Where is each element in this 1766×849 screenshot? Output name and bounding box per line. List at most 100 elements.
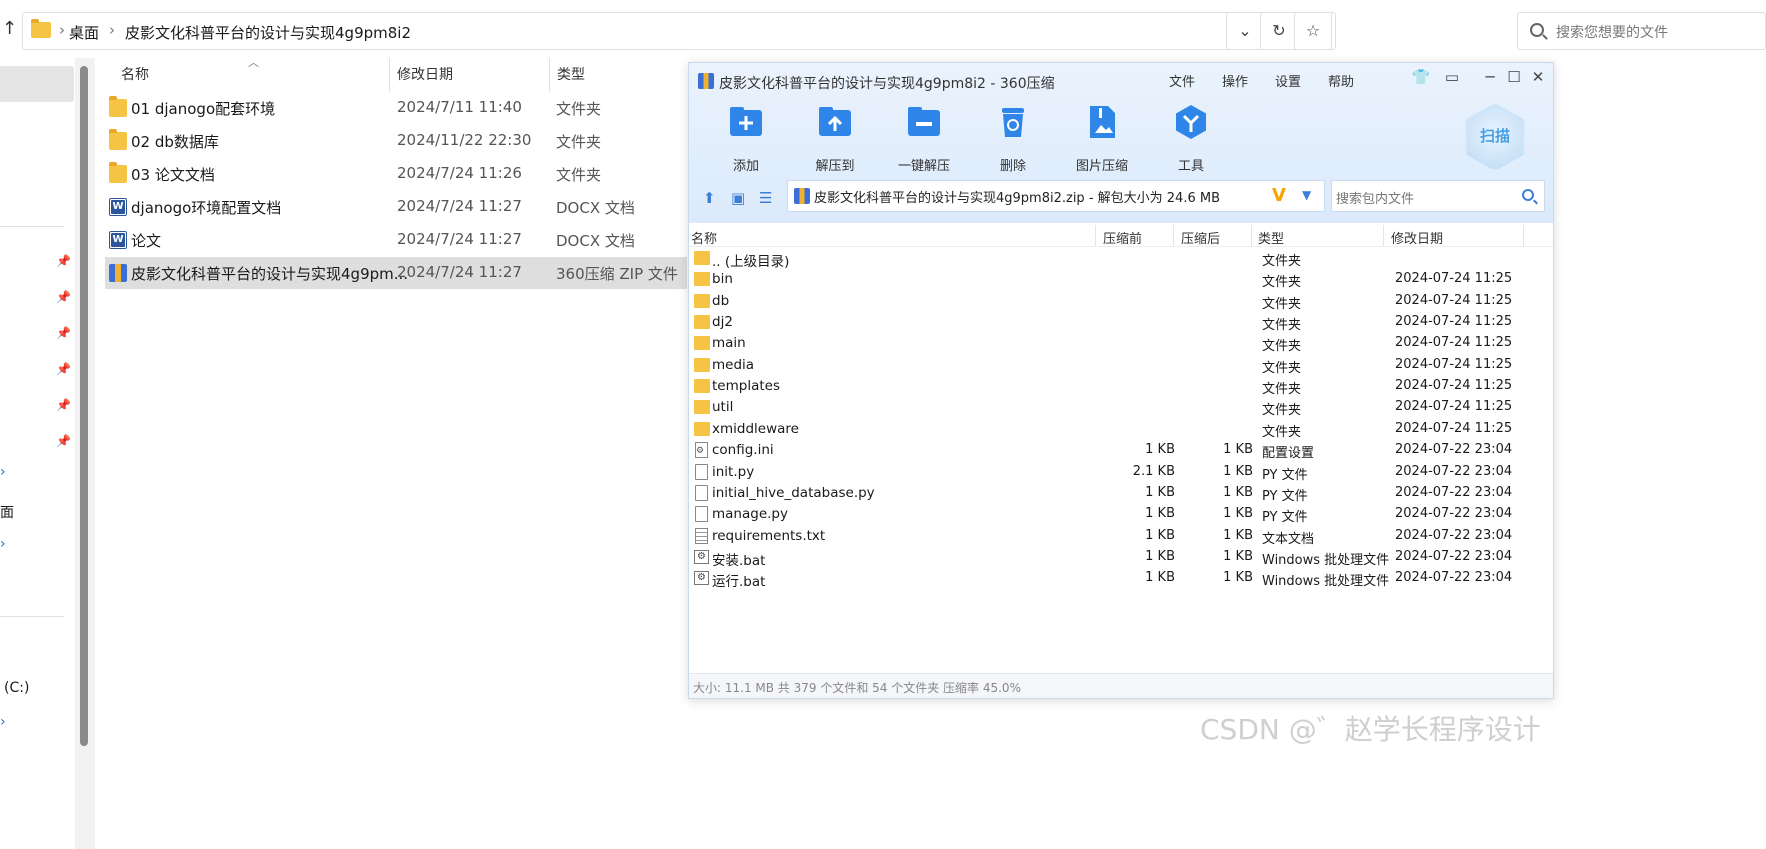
file-type: 文件夹 [556,133,602,151]
file-row-selected[interactable]: 皮影文化科普平台的设计与实现4g9pm... 2024/7/24 11:27 3… [105,257,687,289]
extract-to-button[interactable]: 解压到 [800,103,870,174]
file-icon [695,463,708,480]
entry-name: util [712,399,734,416]
column-header-date[interactable]: 修改日期 [397,64,453,84]
pin-icon[interactable]: 📌 [56,398,71,412]
file-row[interactable]: 论文 2024/7/24 11:27 DOCX 文档 [105,224,687,256]
column-divider[interactable] [389,58,390,92]
entry-name: media [712,356,755,373]
zip-entry-row[interactable]: main 文件夹 2024-07-24 11:25 [689,333,1553,354]
refresh-button[interactable]: ↻ [1260,12,1298,50]
column-divider[interactable] [1523,225,1524,247]
delete-button[interactable]: 删除 [978,103,1048,174]
zip-entry-row[interactable]: init.py 2.1 KB 1 KB PY 文件 2024-07-22 23:04 [689,462,1553,483]
pin-icon[interactable]: 📌 [56,434,71,448]
entry-name: initial_hive_database.py [712,484,875,501]
entry-type: 文件夹 [1262,275,1302,291]
feedback-icon[interactable]: ▭ [1441,68,1463,86]
minimize-icon[interactable]: ─ [1479,68,1501,86]
zip-entry-row[interactable]: requirements.txt 1 KB 1 KB 文本文档 2024-07-22 2… [689,526,1553,547]
zip-column-before[interactable]: 压缩前 [1103,228,1142,247]
zip-entry-row[interactable]: .. (上级目录) 文件夹 [689,248,1553,270]
address-bar[interactable]: › 桌面 › 皮影文化科普平台的设计与实现4g9pm8i2 › [22,12,1336,50]
menu-file[interactable]: 文件 [1169,71,1195,90]
column-header-type[interactable]: 类型 [557,64,585,84]
file-name: 皮影文化科普平台的设计与实现4g9pm... [131,265,409,283]
zip-entry-row[interactable]: config.ini 1 KB 1 KB 配置设置 2024-07-22 23:04 [689,440,1553,461]
zip-entry-row[interactable]: initial_hive_database.py 1 KB 1 KB PY 文件 202… [689,483,1553,504]
breadcrumb-desktop[interactable]: 桌面 [69,22,99,43]
extract-to-label: 解压到 [815,159,855,174]
zip-entry-row[interactable]: templates 文件夹 2024-07-24 11:25 [689,376,1553,397]
up-level-icon[interactable]: ⬆ [703,189,716,207]
column-divider[interactable] [1251,225,1252,247]
address-dropdown-button[interactable]: ⌄ [1226,12,1264,50]
nav-item-desktop[interactable]: 桌面 [0,502,14,522]
column-divider[interactable] [1383,225,1384,247]
zip-entry-row[interactable]: dj2 文件夹 2024-07-24 11:25 [689,312,1553,333]
file-row[interactable]: 01 djanogo配套环境 2024/7/11 11:40 文件夹 [105,92,687,124]
zip-search-input[interactable]: 搜索包内文件 [1331,180,1545,212]
pin-icon[interactable]: 📌 [56,326,71,340]
menu-help[interactable]: 帮助 [1328,71,1354,90]
close-icon[interactable]: ✕ [1527,68,1549,86]
column-header-name[interactable]: 名称 [121,64,149,84]
list-view-icon[interactable]: ☰ [759,189,772,207]
zip-entry-row[interactable]: 运行.bat 1 KB 1 KB Windows 批处理文件 2024-07-22 23… [689,568,1553,590]
file-type: 360压缩 ZIP 文件 [556,265,678,283]
scan-label[interactable]: 扫描 [1467,125,1523,146]
menu-settings[interactable]: 设置 [1275,71,1301,90]
add-button[interactable]: 添加 [711,103,781,174]
chevron-right-icon[interactable]: › [391,21,397,39]
file-row[interactable]: 02 db数据库 2024/11/22 22:30 文件夹 [105,125,687,157]
one-click-extract-button[interactable]: 一键解压 [889,103,959,174]
zip-entry-row[interactable]: xmiddleware 文件夹 2024-07-24 11:25 [689,419,1553,440]
zip-status-text: 大小: 11.1 MB 共 379 个文件和 54 个文件夹 压缩率 45.0% [693,681,1021,695]
zip-column-type[interactable]: 类型 [1258,228,1284,247]
zip-entry-row[interactable]: 安装.bat 1 KB 1 KB Windows 批处理文件 2024-07-22 23… [689,547,1553,569]
chevron-down-icon[interactable]: ▼ [1302,188,1311,202]
thumbnail-view-icon[interactable]: ▣ [731,189,745,207]
zip-column-name[interactable]: 名称 [691,228,717,247]
nav-item-icon[interactable]: › [0,536,6,552]
entry-size-after: 1 KB [1223,463,1253,479]
breadcrumb-current-folder[interactable]: 皮影文化科普平台的设计与实现4g9pm8i2 [125,22,411,43]
image-compress-button[interactable]: 图片压缩 [1067,103,1137,174]
nav-item-icon[interactable]: › [0,464,6,480]
column-divider[interactable] [549,58,550,92]
entry-date: 2024-07-24 11:25 [1395,314,1513,330]
zip-entry-row[interactable]: manage.py 1 KB 1 KB PY 文件 2024-07-22 23:04 [689,504,1553,525]
menu-operate[interactable]: 操作 [1222,71,1248,90]
entry-type: PY 文件 [1262,467,1308,483]
tools-icon [1176,105,1206,139]
zip-entry-row[interactable]: bin 文件夹 2024-07-24 11:25 [689,269,1553,290]
maximize-icon[interactable]: ☐ [1503,68,1525,86]
nav-item-icon[interactable]: › [0,714,6,730]
nav-scrollbar-thumb[interactable] [80,66,88,746]
favorite-button[interactable]: ☆ [1294,12,1332,50]
zip-entry-row[interactable]: db 文件夹 2024-07-24 11:25 [689,291,1553,312]
entry-size-before: 1 KB [1145,548,1175,564]
zip-entry-row[interactable]: media 文件夹 2024-07-24 11:25 [689,355,1553,376]
explorer-search-input[interactable]: 搜索您想要的文件 [1517,12,1766,50]
search-icon[interactable] [1522,189,1534,201]
nav-item-drive-c[interactable]: (C:) [4,680,29,696]
pin-icon[interactable]: 📌 [56,290,71,304]
pin-icon[interactable]: 📌 [56,362,71,376]
skin-icon[interactable]: 👕 [1410,68,1432,86]
tools-button[interactable]: 工具 [1156,103,1226,174]
v-logo-icon[interactable]: V [1272,185,1286,206]
zip-column-after[interactable]: 压缩后 [1181,228,1220,247]
zip-entry-row[interactable]: util 文件夹 2024-07-24 11:25 [689,397,1553,418]
zip-column-date[interactable]: 修改日期 [1391,228,1443,247]
folder-icon [694,357,710,372]
nav-selected-item[interactable] [0,66,74,102]
entry-size-before: 1 KB [1145,442,1175,458]
zip-path-bar[interactable]: 皮影文化科普平台的设计与实现4g9pm8i2.zip - 解包大小为 24.6 … [787,180,1325,212]
up-arrow-icon[interactable]: ↑ [2,18,17,39]
pin-icon[interactable]: 📌 [56,254,71,268]
file-row[interactable]: 03 论文文档 2024/7/24 11:26 文件夹 [105,158,687,190]
file-row[interactable]: djanogo环境配置文档 2024/7/24 11:27 DOCX 文档 [105,191,687,223]
column-divider[interactable] [1095,225,1096,247]
column-divider[interactable] [1173,225,1174,247]
